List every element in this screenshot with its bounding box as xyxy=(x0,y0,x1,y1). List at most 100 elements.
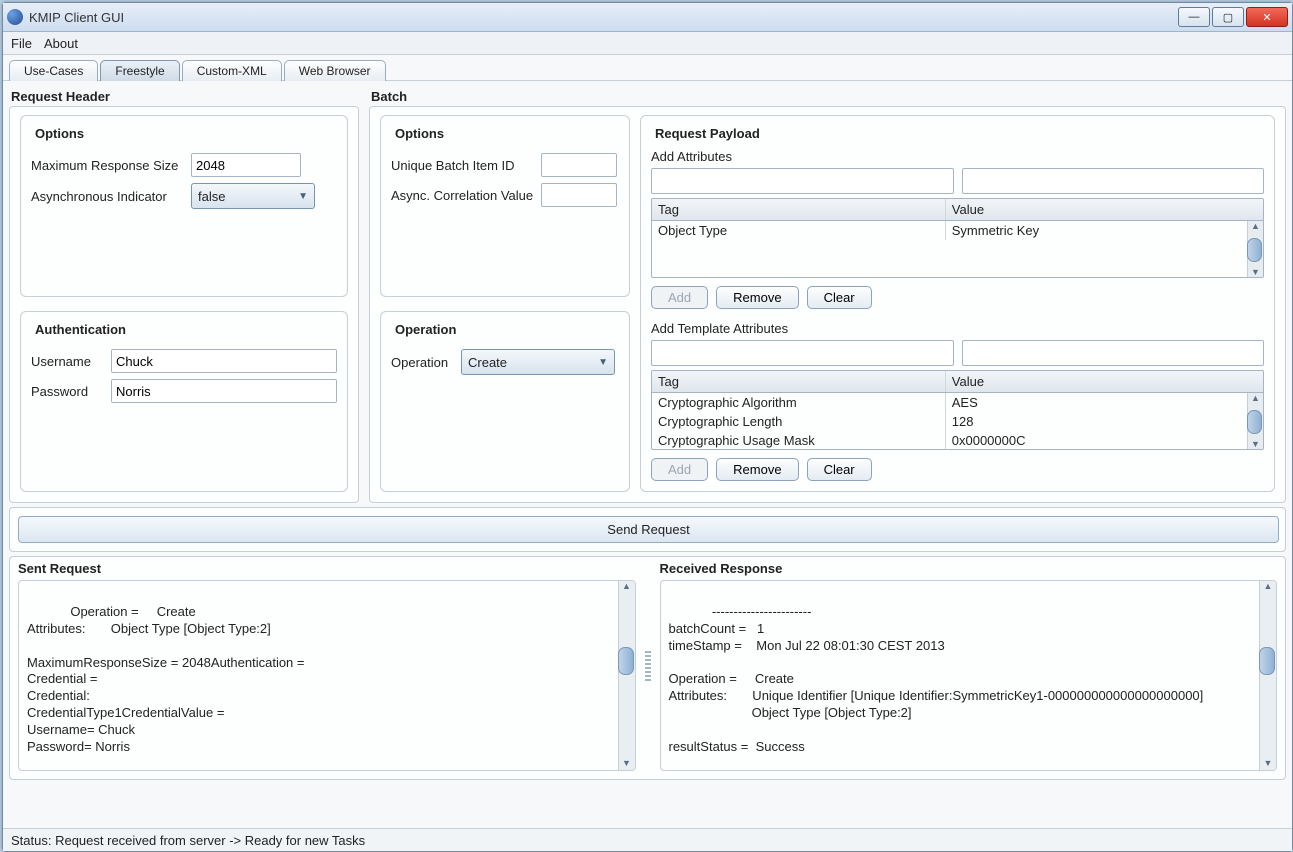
scrollbar[interactable]: ▲ ▼ xyxy=(1247,221,1263,277)
close-button[interactable]: ✕ xyxy=(1246,7,1288,27)
authentication-box: Authentication Username Password xyxy=(20,311,348,492)
authentication-title: Authentication xyxy=(31,322,130,337)
scrollbar[interactable]: ▲ ▼ xyxy=(1259,581,1276,770)
add-attr-remove-button[interactable]: Remove xyxy=(716,286,798,309)
scroll-down-icon: ▼ xyxy=(622,758,631,770)
scrollbar[interactable]: ▲ ▼ xyxy=(1247,393,1263,449)
tmpl-header-tag[interactable]: Tag xyxy=(652,371,945,393)
sent-request-column: Sent Request Operation = Create Attribut… xyxy=(18,561,636,771)
tab-freestyle[interactable]: Freestyle xyxy=(100,60,179,81)
status-bar: Status: Request received from server -> … xyxy=(3,828,1292,851)
batch-options-box: Options Unique Batch Item ID Async. Corr… xyxy=(380,115,630,297)
chevron-down-icon: ▼ xyxy=(598,357,608,368)
batch-title: Batch xyxy=(371,89,1286,104)
tmpl-row1-tag: Cryptographic Length xyxy=(652,412,945,431)
add-tmpl-tag-input[interactable] xyxy=(651,340,954,366)
add-template-attr-buttons: Add Remove Clear xyxy=(651,458,1264,481)
add-attr-clear-button[interactable]: Clear xyxy=(807,286,872,309)
tmpl-row0-tag: Cryptographic Algorithm xyxy=(652,393,945,413)
chevron-down-icon: ▼ xyxy=(298,191,308,202)
attr-header-tag[interactable]: Tag xyxy=(652,199,945,221)
app-icon xyxy=(7,9,23,25)
max-response-size-label: Maximum Response Size xyxy=(31,158,191,173)
scroll-up-icon: ▲ xyxy=(1251,221,1260,231)
max-response-size-input[interactable] xyxy=(191,153,301,177)
add-tmpl-value-input[interactable] xyxy=(962,340,1265,366)
menu-file[interactable]: File xyxy=(11,36,32,51)
request-options-box: Options Maximum Response Size Asynchrono… xyxy=(20,115,348,297)
attr-row0-tag: Object Type xyxy=(652,221,945,241)
received-response-title: Received Response xyxy=(660,561,1278,576)
minimize-button[interactable]: — xyxy=(1178,7,1210,27)
request-options-title: Options xyxy=(31,126,88,141)
tmpl-header-value[interactable]: Value xyxy=(945,371,1263,393)
maximize-button[interactable]: ▢ xyxy=(1212,7,1244,27)
content: Request Header Options Maximum Response … xyxy=(3,81,1292,828)
add-template-attr-title: Add Template Attributes xyxy=(651,321,1264,336)
operation-label: Operation xyxy=(391,355,461,370)
add-template-attr-inputs xyxy=(651,340,1264,366)
scroll-thumb[interactable] xyxy=(1259,647,1275,675)
top-row: Request Header Options Maximum Response … xyxy=(9,85,1286,503)
username-input[interactable] xyxy=(111,349,337,373)
async-indicator-combo[interactable]: false ▼ xyxy=(191,183,315,209)
tmpl-row2-value: 0x0000000C xyxy=(945,431,1263,450)
tmpl-row1-value: 128 xyxy=(945,412,1263,431)
async-indicator-value: false xyxy=(198,189,225,204)
menu-about[interactable]: About xyxy=(44,36,78,51)
add-tmpl-remove-button[interactable]: Remove xyxy=(716,458,798,481)
tab-custom-xml[interactable]: Custom-XML xyxy=(182,60,282,81)
tab-use-cases[interactable]: Use-Cases xyxy=(9,60,98,81)
add-template-attr-table: Tag Value Cryptographic Algorithm xyxy=(651,370,1264,450)
batch-section: Batch Options Unique Batch Item ID xyxy=(369,85,1286,503)
scroll-thumb[interactable] xyxy=(1247,410,1262,434)
request-payload-box: Request Payload Add Attributes xyxy=(640,115,1275,492)
attr-row0-value: Symmetric Key xyxy=(945,221,1263,241)
table-row[interactable]: Cryptographic Algorithm AES xyxy=(652,393,1263,413)
scroll-thumb[interactable] xyxy=(1247,238,1262,262)
username-label: Username xyxy=(31,354,111,369)
table-row[interactable]: Cryptographic Length 128 xyxy=(652,412,1263,431)
scroll-down-icon: ▼ xyxy=(1251,267,1260,277)
scroll-down-icon: ▼ xyxy=(1264,758,1273,770)
scroll-thumb[interactable] xyxy=(618,647,634,675)
received-response-column: Received Response ----------------------… xyxy=(660,561,1278,771)
scroll-down-icon: ▼ xyxy=(1251,439,1260,449)
request-header-section: Request Header Options Maximum Response … xyxy=(9,85,359,503)
async-indicator-label: Asynchronous Indicator xyxy=(31,189,191,204)
received-response-text: ----------------------- batchCount = 1 t… xyxy=(669,604,1204,754)
titlebar: KMIP Client GUI — ▢ ✕ xyxy=(3,3,1292,32)
scroll-up-icon: ▲ xyxy=(1264,581,1273,593)
window-title: KMIP Client GUI xyxy=(29,10,1178,25)
add-tmpl-clear-button[interactable]: Clear xyxy=(807,458,872,481)
table-row[interactable]: Object Type Symmetric Key xyxy=(652,221,1263,241)
received-response-box[interactable]: ----------------------- batchCount = 1 t… xyxy=(660,580,1278,771)
sent-request-box[interactable]: Operation = Create Attributes: Object Ty… xyxy=(18,580,636,771)
window-buttons: — ▢ ✕ xyxy=(1178,7,1288,27)
attr-header-value[interactable]: Value xyxy=(945,199,1263,221)
add-attributes-title: Add Attributes xyxy=(651,149,1264,164)
add-attr-tag-input[interactable] xyxy=(651,168,954,194)
status-text: Status: Request received from server -> … xyxy=(11,833,365,848)
password-label: Password xyxy=(31,384,111,399)
app-window: KMIP Client GUI — ▢ ✕ File About Use-Cas… xyxy=(2,2,1293,852)
table-row[interactable]: Cryptographic Usage Mask 0x0000000C xyxy=(652,431,1263,450)
async-corr-input[interactable] xyxy=(541,183,617,207)
scroll-up-icon: ▲ xyxy=(1251,393,1260,403)
send-request-button[interactable]: Send Request xyxy=(18,516,1279,543)
add-attr-add-button: Add xyxy=(651,286,708,309)
splitter-grip-icon xyxy=(645,651,651,681)
operation-combo[interactable]: Create ▼ xyxy=(461,349,615,375)
add-attr-value-input[interactable] xyxy=(962,168,1265,194)
add-tmpl-add-button: Add xyxy=(651,458,708,481)
unique-batch-id-input[interactable] xyxy=(541,153,617,177)
splitter[interactable] xyxy=(644,561,652,771)
batch-left: Options Unique Batch Item ID Async. Corr… xyxy=(380,107,630,492)
request-header-title: Request Header xyxy=(11,89,359,104)
workarea: Use-Cases Freestyle Custom-XML Web Brows… xyxy=(3,55,1292,851)
tab-web-browser[interactable]: Web Browser xyxy=(284,60,386,81)
scrollbar[interactable]: ▲ ▼ xyxy=(618,581,635,770)
operation-box: Operation Operation Create ▼ xyxy=(380,311,630,492)
password-input[interactable] xyxy=(111,379,337,403)
add-attributes-buttons: Add Remove Clear xyxy=(651,286,1264,309)
